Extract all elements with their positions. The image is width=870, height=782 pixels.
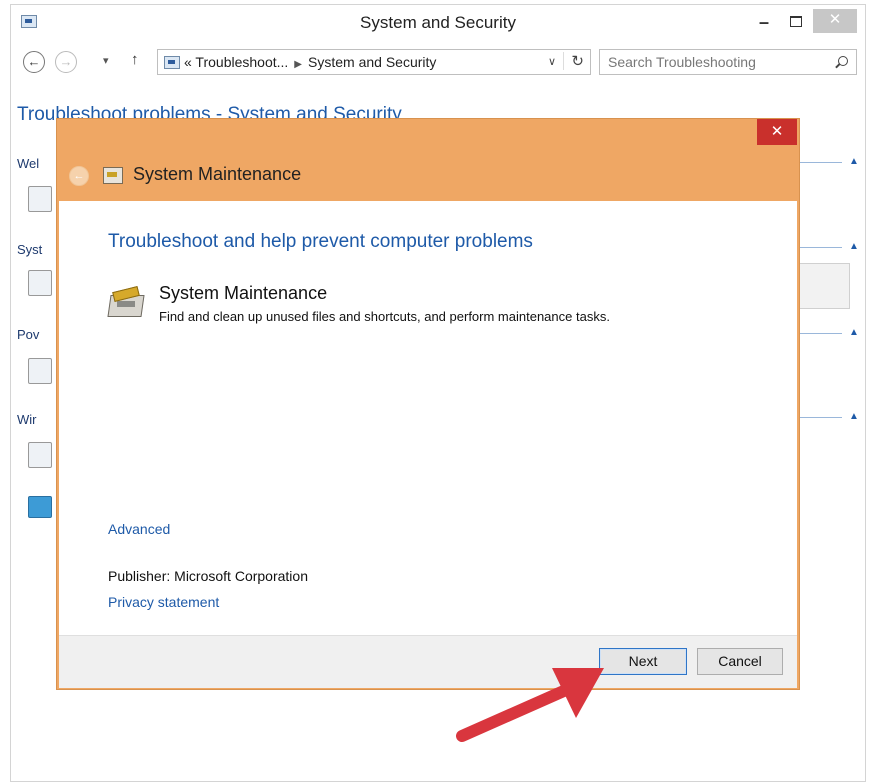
up-button[interactable]: ↑ [131, 51, 139, 68]
window-titlebar: System and Security – ✕ [11, 5, 865, 39]
collapse-chevron-icon[interactable]: ▲ [849, 327, 859, 338]
section-label[interactable]: Pov [17, 327, 39, 342]
breadcrumb-system-security[interactable]: System and Security [308, 54, 436, 70]
privacy-statement-link[interactable]: Privacy statement [108, 594, 219, 610]
breadcrumb: « Troubleshoot... ▶ System and Security [184, 54, 436, 70]
section-divider [800, 247, 842, 248]
annotation-arrow-icon [456, 668, 604, 742]
section-icon [28, 358, 52, 384]
advanced-link[interactable]: Advanced [108, 521, 170, 537]
control-panel-icon [164, 56, 180, 69]
address-dropdown-button[interactable]: ∨ [548, 55, 556, 68]
breadcrumb-separator-icon: ▶ [294, 59, 302, 70]
search-icon[interactable] [838, 56, 848, 66]
publisher-label: Publisher: [108, 568, 171, 584]
section-icon [28, 496, 52, 518]
section-divider [800, 333, 842, 334]
cancel-button[interactable]: Cancel [697, 648, 783, 675]
breadcrumb-troubleshoot[interactable]: « Troubleshoot... [184, 54, 288, 70]
section-icon [28, 270, 52, 296]
publisher-info: Publisher: Microsoft Corporation [108, 568, 308, 584]
recent-locations-button[interactable]: ▾ [103, 54, 109, 67]
collapse-chevron-icon[interactable]: ▲ [849, 241, 859, 252]
back-button[interactable]: ← [23, 51, 45, 73]
troubleshooter-dialog: ✕ ← System Maintenance Troubleshoot and … [56, 118, 800, 690]
maximize-icon [790, 16, 802, 27]
section-label[interactable]: Syst [17, 242, 42, 257]
address-bar[interactable]: « Troubleshoot... ▶ System and Security ∨ … [157, 49, 591, 75]
system-maintenance-icon [103, 167, 123, 184]
dialog-footer: Next Cancel [59, 635, 797, 688]
section-divider [800, 162, 842, 163]
section-icon [28, 186, 52, 212]
close-button[interactable]: ✕ [813, 9, 857, 33]
dialog-back-button[interactable]: ← [69, 166, 89, 186]
section-label[interactable]: Wir [17, 412, 37, 427]
collapse-chevron-icon[interactable]: ▲ [849, 156, 859, 167]
dialog-title: System Maintenance [133, 164, 302, 184]
icon-part [117, 301, 135, 307]
navigation-bar: ← → ▾ ↑ « Troubleshoot... ▶ System and Sec… [11, 47, 865, 77]
collapse-chevron-icon[interactable]: ▲ [849, 411, 859, 422]
dialog-body: Troubleshoot and help prevent computer p… [59, 201, 797, 635]
section-label[interactable]: Wel [17, 156, 39, 171]
refresh-button[interactable]: ↻ [563, 52, 584, 70]
publisher-name: Microsoft Corporation [174, 568, 308, 584]
background-panel [795, 263, 850, 309]
search-input[interactable]: Search Troubleshooting [608, 54, 756, 70]
maximize-button[interactable] [781, 9, 811, 33]
forward-button[interactable]: → [55, 51, 77, 73]
minimize-button[interactable]: – [749, 9, 779, 33]
task-title: System Maintenance [159, 283, 328, 303]
dialog-close-button[interactable]: ✕ [757, 119, 797, 145]
dialog-heading: Troubleshoot and help prevent computer p… [108, 231, 533, 252]
system-maintenance-icon [107, 285, 145, 319]
section-divider [800, 417, 842, 418]
section-icon [28, 442, 52, 468]
task-description: Find and clean up unused files and short… [159, 309, 610, 324]
search-box[interactable]: Search Troubleshooting [599, 49, 857, 75]
window-title: System and Security [360, 13, 516, 32]
